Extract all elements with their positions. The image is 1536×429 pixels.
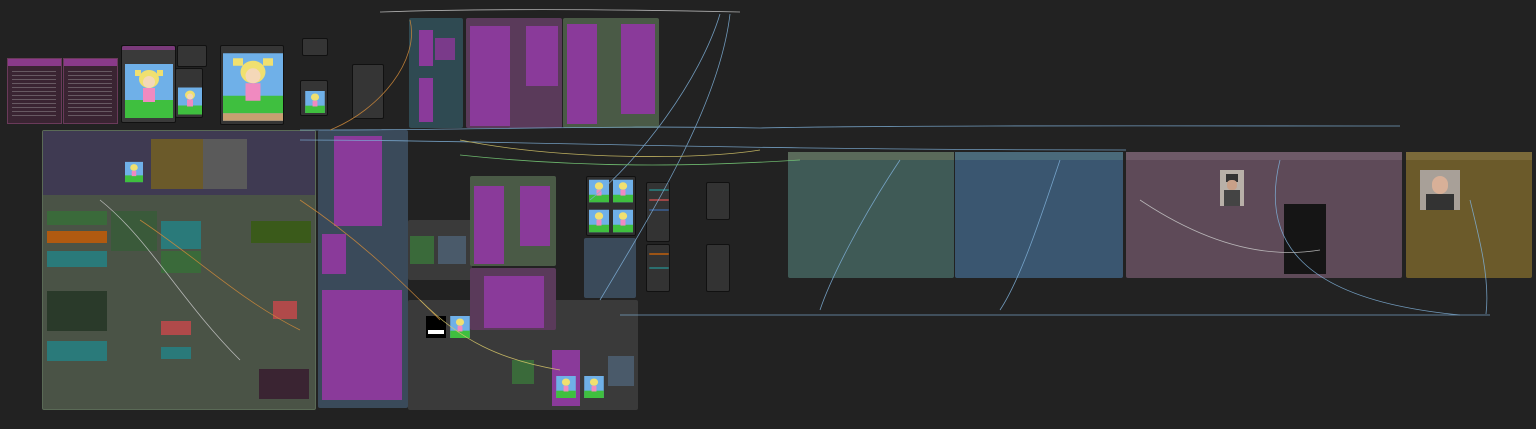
connection-wires xyxy=(99,9,1490,371)
graph-canvas[interactable] xyxy=(0,0,1536,429)
